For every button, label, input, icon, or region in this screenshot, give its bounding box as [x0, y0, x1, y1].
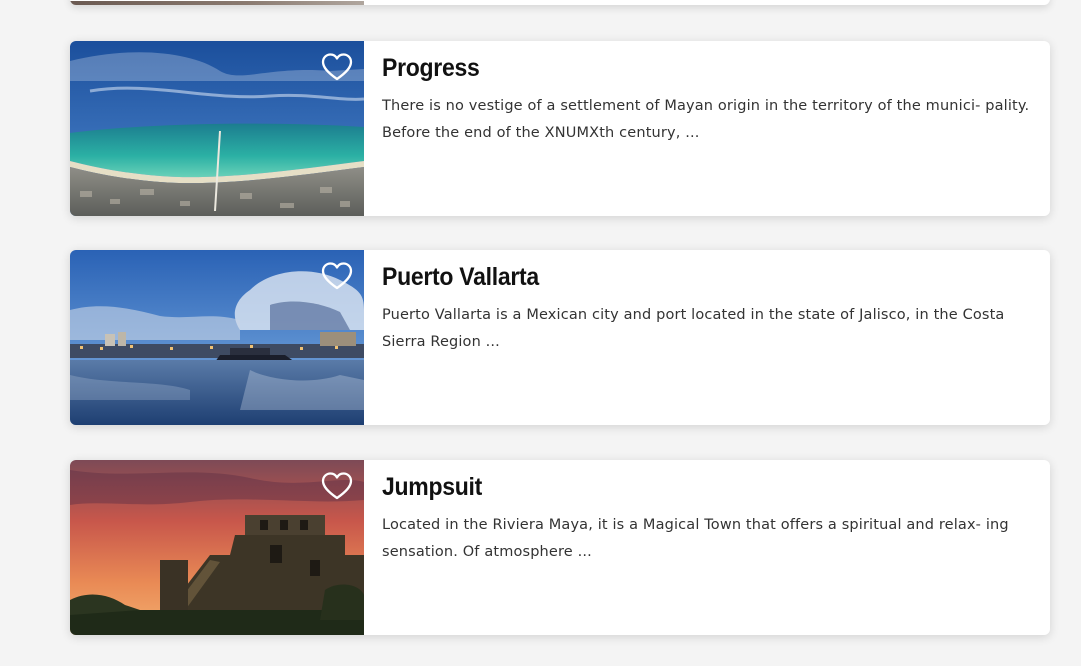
card-body: Progress There is no vestige of a settle…	[382, 51, 1032, 147]
card-body: Jumpsuit Located in the Riviera Maya, it…	[382, 470, 1032, 566]
previous-card-edge	[70, 0, 1050, 5]
card-body: Puerto Vallarta Puerto Vallarta is a Mex…	[382, 260, 1032, 356]
destination-card-progress[interactable]: Progress There is no vestige of a settle…	[70, 41, 1050, 216]
heart-outline-icon[interactable]	[320, 51, 354, 83]
card-description: Puerto Vallarta is a Mexican city and po…	[382, 307, 1005, 350]
destination-card-puerto-vallarta[interactable]: Puerto Vallarta Puerto Vallarta is a Mex…	[70, 250, 1050, 425]
card-title[interactable]: Progress	[382, 51, 980, 85]
card-title[interactable]: Puerto Vallarta	[382, 260, 980, 294]
destination-card-jumpsuit[interactable]: Jumpsuit Located in the Riviera Maya, it…	[70, 460, 1050, 635]
heart-outline-icon[interactable]	[320, 470, 354, 502]
heart-outline-icon[interactable]	[320, 260, 354, 292]
previous-card-image-edge	[70, 1, 364, 5]
card-description: There is no vestige of a settlement of M…	[382, 98, 1030, 141]
card-description: Located in the Riviera Maya, it is a Mag…	[382, 517, 1009, 560]
card-title[interactable]: Jumpsuit	[382, 470, 980, 504]
